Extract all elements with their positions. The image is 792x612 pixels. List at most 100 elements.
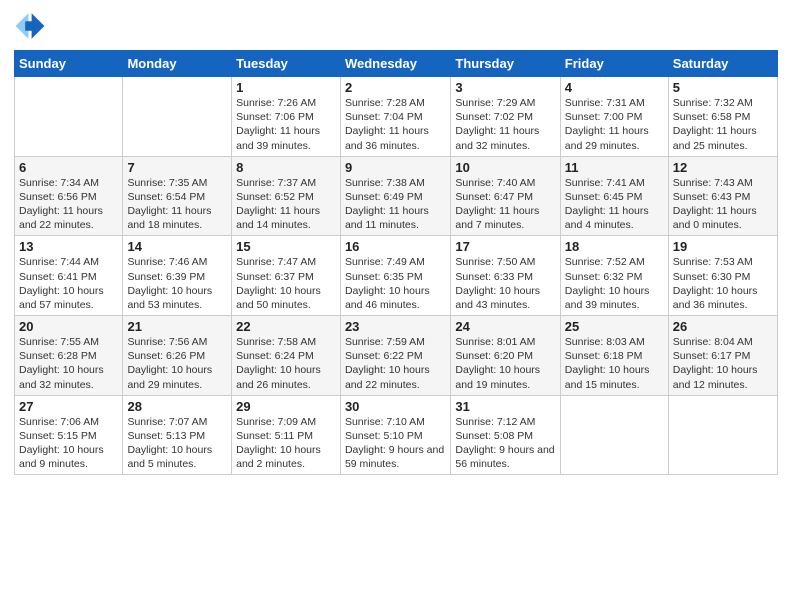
calendar-cell: 23Sunrise: 7:59 AMSunset: 6:22 PMDayligh… (340, 316, 450, 396)
calendar-cell (15, 77, 123, 157)
day-detail: Sunrise: 7:35 AMSunset: 6:54 PMDaylight:… (127, 176, 227, 233)
calendar-table: SundayMondayTuesdayWednesdayThursdayFrid… (14, 50, 778, 475)
day-detail: Sunrise: 7:29 AMSunset: 7:02 PMDaylight:… (455, 96, 555, 153)
day-number: 26 (673, 319, 773, 334)
calendar-cell: 1Sunrise: 7:26 AMSunset: 7:06 PMDaylight… (232, 77, 341, 157)
day-number: 7 (127, 160, 227, 175)
day-detail: Sunrise: 7:26 AMSunset: 7:06 PMDaylight:… (236, 96, 336, 153)
calendar-cell: 6Sunrise: 7:34 AMSunset: 6:56 PMDaylight… (15, 156, 123, 236)
calendar-cell: 13Sunrise: 7:44 AMSunset: 6:41 PMDayligh… (15, 236, 123, 316)
day-detail: Sunrise: 7:28 AMSunset: 7:04 PMDaylight:… (345, 96, 446, 153)
calendar-cell: 4Sunrise: 7:31 AMSunset: 7:00 PMDaylight… (560, 77, 668, 157)
day-detail: Sunrise: 7:06 AMSunset: 5:15 PMDaylight:… (19, 415, 118, 472)
day-number: 23 (345, 319, 446, 334)
calendar-cell: 12Sunrise: 7:43 AMSunset: 6:43 PMDayligh… (668, 156, 777, 236)
day-number: 16 (345, 239, 446, 254)
day-detail: Sunrise: 7:43 AMSunset: 6:43 PMDaylight:… (673, 176, 773, 233)
day-detail: Sunrise: 7:38 AMSunset: 6:49 PMDaylight:… (345, 176, 446, 233)
day-detail: Sunrise: 7:34 AMSunset: 6:56 PMDaylight:… (19, 176, 118, 233)
day-detail: Sunrise: 7:40 AMSunset: 6:47 PMDaylight:… (455, 176, 555, 233)
day-number: 18 (565, 239, 664, 254)
calendar-week-row: 27Sunrise: 7:06 AMSunset: 5:15 PMDayligh… (15, 395, 778, 475)
calendar-cell: 31Sunrise: 7:12 AMSunset: 5:08 PMDayligh… (451, 395, 560, 475)
calendar-cell: 10Sunrise: 7:40 AMSunset: 6:47 PMDayligh… (451, 156, 560, 236)
day-detail: Sunrise: 7:32 AMSunset: 6:58 PMDaylight:… (673, 96, 773, 153)
calendar-cell: 27Sunrise: 7:06 AMSunset: 5:15 PMDayligh… (15, 395, 123, 475)
day-detail: Sunrise: 7:31 AMSunset: 7:00 PMDaylight:… (565, 96, 664, 153)
calendar-header-row: SundayMondayTuesdayWednesdayThursdayFrid… (15, 51, 778, 77)
header (14, 10, 778, 42)
calendar-week-row: 20Sunrise: 7:55 AMSunset: 6:28 PMDayligh… (15, 316, 778, 396)
day-number: 10 (455, 160, 555, 175)
calendar-cell: 21Sunrise: 7:56 AMSunset: 6:26 PMDayligh… (123, 316, 232, 396)
day-number: 8 (236, 160, 336, 175)
day-detail: Sunrise: 8:03 AMSunset: 6:18 PMDaylight:… (565, 335, 664, 392)
day-detail: Sunrise: 7:58 AMSunset: 6:24 PMDaylight:… (236, 335, 336, 392)
day-number: 28 (127, 399, 227, 414)
calendar-cell: 15Sunrise: 7:47 AMSunset: 6:37 PMDayligh… (232, 236, 341, 316)
day-detail: Sunrise: 8:04 AMSunset: 6:17 PMDaylight:… (673, 335, 773, 392)
calendar-cell: 2Sunrise: 7:28 AMSunset: 7:04 PMDaylight… (340, 77, 450, 157)
day-number: 6 (19, 160, 118, 175)
calendar-cell: 18Sunrise: 7:52 AMSunset: 6:32 PMDayligh… (560, 236, 668, 316)
day-number: 12 (673, 160, 773, 175)
day-header: Tuesday (232, 51, 341, 77)
day-number: 31 (455, 399, 555, 414)
day-detail: Sunrise: 7:12 AMSunset: 5:08 PMDaylight:… (455, 415, 555, 472)
day-detail: Sunrise: 7:59 AMSunset: 6:22 PMDaylight:… (345, 335, 446, 392)
day-header: Monday (123, 51, 232, 77)
calendar-cell (668, 395, 777, 475)
calendar-cell: 26Sunrise: 8:04 AMSunset: 6:17 PMDayligh… (668, 316, 777, 396)
calendar-cell: 28Sunrise: 7:07 AMSunset: 5:13 PMDayligh… (123, 395, 232, 475)
day-detail: Sunrise: 7:55 AMSunset: 6:28 PMDaylight:… (19, 335, 118, 392)
day-number: 29 (236, 399, 336, 414)
calendar-cell: 19Sunrise: 7:53 AMSunset: 6:30 PMDayligh… (668, 236, 777, 316)
day-detail: Sunrise: 7:47 AMSunset: 6:37 PMDaylight:… (236, 255, 336, 312)
day-number: 25 (565, 319, 664, 334)
day-detail: Sunrise: 7:56 AMSunset: 6:26 PMDaylight:… (127, 335, 227, 392)
day-number: 11 (565, 160, 664, 175)
calendar-cell: 5Sunrise: 7:32 AMSunset: 6:58 PMDaylight… (668, 77, 777, 157)
calendar-week-row: 6Sunrise: 7:34 AMSunset: 6:56 PMDaylight… (15, 156, 778, 236)
day-number: 5 (673, 80, 773, 95)
day-detail: Sunrise: 7:41 AMSunset: 6:45 PMDaylight:… (565, 176, 664, 233)
day-number: 13 (19, 239, 118, 254)
calendar-cell: 30Sunrise: 7:10 AMSunset: 5:10 PMDayligh… (340, 395, 450, 475)
day-detail: Sunrise: 7:49 AMSunset: 6:35 PMDaylight:… (345, 255, 446, 312)
calendar-cell: 24Sunrise: 8:01 AMSunset: 6:20 PMDayligh… (451, 316, 560, 396)
day-detail: Sunrise: 8:01 AMSunset: 6:20 PMDaylight:… (455, 335, 555, 392)
calendar-cell (560, 395, 668, 475)
day-detail: Sunrise: 7:44 AMSunset: 6:41 PMDaylight:… (19, 255, 118, 312)
day-detail: Sunrise: 7:10 AMSunset: 5:10 PMDaylight:… (345, 415, 446, 472)
calendar-cell: 11Sunrise: 7:41 AMSunset: 6:45 PMDayligh… (560, 156, 668, 236)
day-number: 19 (673, 239, 773, 254)
calendar-cell: 8Sunrise: 7:37 AMSunset: 6:52 PMDaylight… (232, 156, 341, 236)
calendar-cell: 25Sunrise: 8:03 AMSunset: 6:18 PMDayligh… (560, 316, 668, 396)
day-detail: Sunrise: 7:09 AMSunset: 5:11 PMDaylight:… (236, 415, 336, 472)
day-number: 9 (345, 160, 446, 175)
logo (14, 10, 48, 42)
day-number: 15 (236, 239, 336, 254)
calendar-cell: 20Sunrise: 7:55 AMSunset: 6:28 PMDayligh… (15, 316, 123, 396)
day-number: 27 (19, 399, 118, 414)
day-number: 4 (565, 80, 664, 95)
logo-icon (14, 10, 46, 42)
calendar-cell (123, 77, 232, 157)
day-header: Saturday (668, 51, 777, 77)
day-header: Thursday (451, 51, 560, 77)
calendar-cell: 17Sunrise: 7:50 AMSunset: 6:33 PMDayligh… (451, 236, 560, 316)
day-number: 1 (236, 80, 336, 95)
day-detail: Sunrise: 7:50 AMSunset: 6:33 PMDaylight:… (455, 255, 555, 312)
day-detail: Sunrise: 7:52 AMSunset: 6:32 PMDaylight:… (565, 255, 664, 312)
day-number: 20 (19, 319, 118, 334)
day-number: 17 (455, 239, 555, 254)
day-number: 21 (127, 319, 227, 334)
calendar-week-row: 13Sunrise: 7:44 AMSunset: 6:41 PMDayligh… (15, 236, 778, 316)
calendar-cell: 14Sunrise: 7:46 AMSunset: 6:39 PMDayligh… (123, 236, 232, 316)
calendar-cell: 3Sunrise: 7:29 AMSunset: 7:02 PMDaylight… (451, 77, 560, 157)
day-header: Friday (560, 51, 668, 77)
day-detail: Sunrise: 7:53 AMSunset: 6:30 PMDaylight:… (673, 255, 773, 312)
day-detail: Sunrise: 7:07 AMSunset: 5:13 PMDaylight:… (127, 415, 227, 472)
day-number: 3 (455, 80, 555, 95)
day-number: 24 (455, 319, 555, 334)
